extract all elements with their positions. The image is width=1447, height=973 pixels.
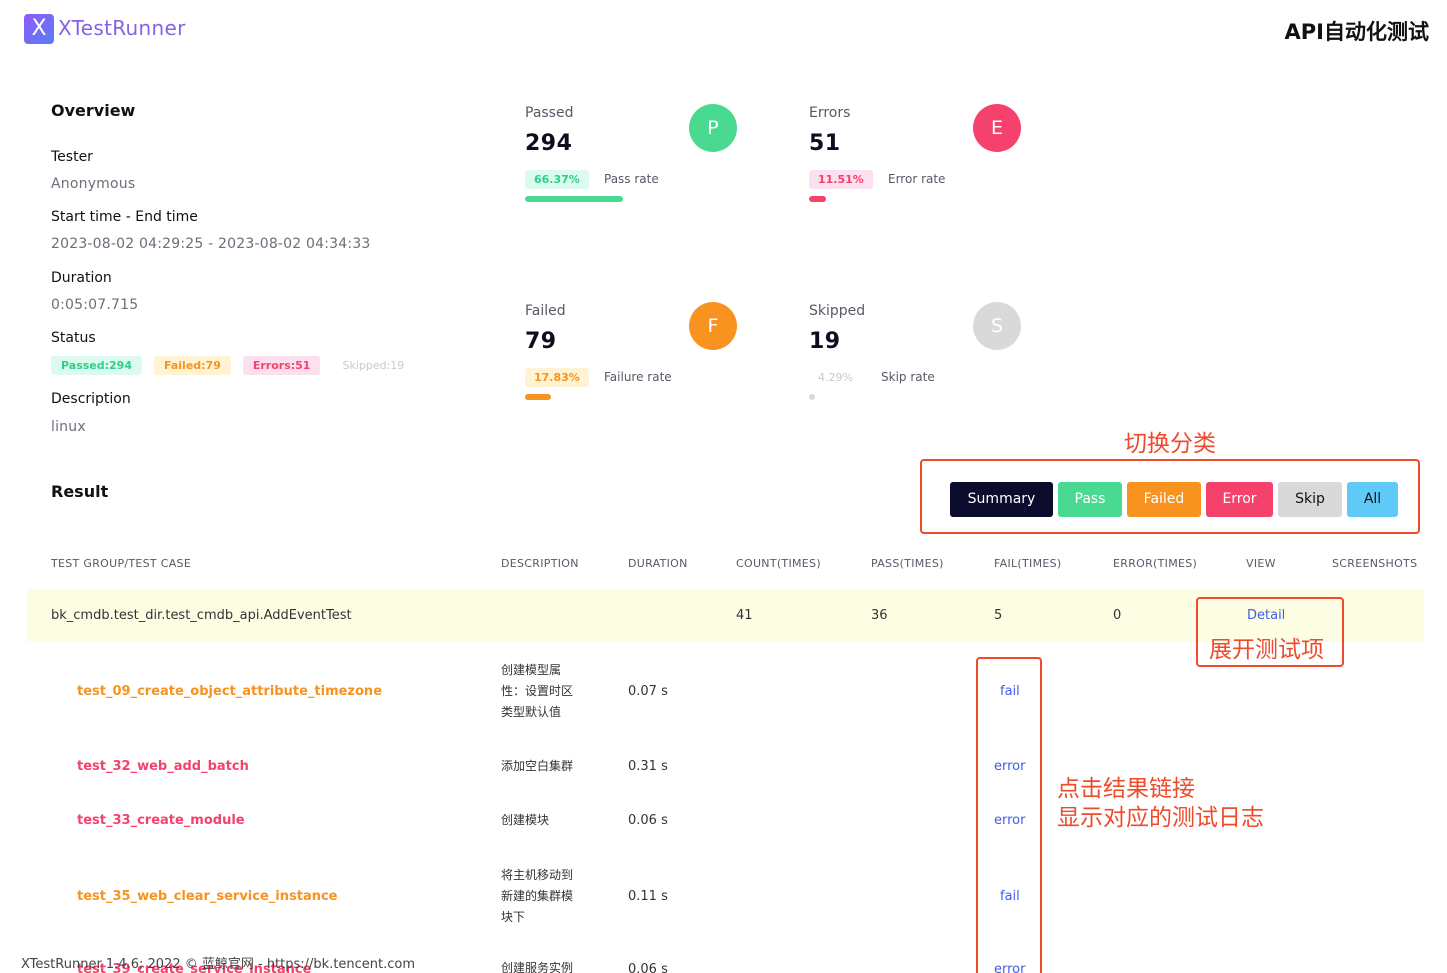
status-chips: Passed:294 Failed:79 Errors:51 Skipped:1… (51, 356, 415, 375)
column-header-duration: DURATION (628, 557, 688, 570)
annotation-click-line-2: 显示对应的测试日志 (1057, 805, 1264, 831)
group-count: 41 (736, 608, 753, 623)
app-name: XTestRunner (58, 16, 186, 40)
error-rate-chip: 11.51% (809, 170, 873, 189)
case-name-row-2: test_32_web_add_batch (77, 759, 249, 774)
column-header-count: COUNT(TIMES) (736, 557, 821, 570)
time-label: Start time - End time (51, 209, 198, 225)
error-rate-label: Error rate (888, 172, 946, 186)
tester-label: Tester (51, 149, 93, 165)
status-label: Status (51, 330, 96, 346)
status-chip-failed: Failed:79 (153, 356, 231, 375)
footer-text: XTestRunner 1.4.6; 2022 © 蓝鲸官网 - https:/… (21, 957, 416, 972)
failure-rate-chip: 17.83% (525, 368, 589, 387)
status-chip-skipped: Skipped:19 (332, 356, 415, 375)
case-duration-row-5: 0.06 s (628, 962, 668, 973)
case-description-line: 类型默认值 (501, 705, 562, 719)
case-duration-row-3: 0.06 s (628, 813, 668, 828)
description-label: Description (51, 391, 131, 407)
group-fail: 5 (994, 608, 1003, 623)
pass-rate-label: Pass rate (604, 172, 659, 186)
case-description-line: 性：设置时区 (501, 684, 574, 698)
column-header-description: DESCRIPTION (501, 557, 579, 570)
column-header-screenshots: SCREENSHOTS (1332, 557, 1418, 570)
pass-rate-chip: 66.37% (525, 170, 589, 189)
skip-rate-label: Skip rate (881, 370, 935, 384)
failure-rate-label: Failure rate (604, 370, 672, 384)
annotation-click-line-1: 点击结果链接 (1057, 776, 1195, 802)
skip-rate-bar (809, 394, 815, 400)
overview-heading: Overview (51, 101, 136, 120)
status-chip-errors: Errors:51 (242, 356, 321, 375)
failed-label: Failed (525, 303, 566, 319)
annotation-switch-category: 切换分类 (1124, 431, 1216, 457)
skipped-count: 19 (809, 329, 841, 354)
column-header-view: VIEW (1246, 557, 1276, 570)
case-duration-row-4: 0.11 s (628, 889, 668, 904)
page-title: API自动化测试 (1284, 20, 1429, 44)
status-chip-passed: Passed:294 (51, 356, 142, 375)
failure-rate-bar (525, 394, 551, 400)
case-description-line: 创建模块 (501, 813, 550, 827)
case-description-line: 创建模型属 (501, 663, 562, 677)
filter-button-group: Summary Pass Failed Error Skip All (950, 482, 1398, 517)
group-name: bk_cmdb.test_dir.test_cmdb_api.AddEventT… (51, 608, 352, 623)
case-description-row-2: 添加空白集群 (501, 756, 573, 777)
case-description-line: 将主机移动到 (501, 868, 574, 882)
filter-summary-button[interactable]: Summary (950, 482, 1053, 517)
case-duration-row-1: 0.07 s (628, 684, 668, 699)
result-heading: Result (51, 482, 109, 501)
case-description-line: 块下 (501, 910, 526, 924)
annotation-click-result: 点击结果链接 显示对应的测试日志 (1057, 775, 1264, 833)
annotation-result-links-box (976, 657, 1042, 973)
pass-rate-bar (525, 196, 623, 202)
column-header-test-case: TEST GROUP/TEST CASE (51, 557, 192, 570)
errors-circle-icon: E (973, 104, 1021, 152)
passed-circle-icon: P (689, 104, 737, 152)
case-name-row-4: test_35_web_clear_service_instance (77, 889, 338, 904)
case-description-row-1: 创建模型属 性：设置时区 类型默认值 (501, 660, 573, 723)
description-value: linux (51, 419, 86, 435)
error-rate-bar (809, 196, 826, 202)
filter-skip-button[interactable]: Skip (1278, 482, 1342, 517)
case-name-row-3: test_33_create_module (77, 813, 245, 828)
failed-circle-icon: F (689, 302, 737, 350)
app-logo-icon: X (24, 14, 54, 44)
case-name-row-1: test_09_create_object_attribute_timezone (77, 684, 383, 699)
case-description-line: 添加空白集群 (501, 759, 574, 773)
time-value: 2023-08-02 04:29:25 - 2023-08-02 04:34:3… (51, 236, 371, 252)
group-error: 0 (1113, 608, 1122, 623)
filter-pass-button[interactable]: Pass (1058, 482, 1122, 517)
case-description-line: 创建服务实例 (501, 961, 574, 973)
duration-label: Duration (51, 270, 112, 286)
skipped-label: Skipped (809, 303, 866, 319)
case-description-row-5: 创建服务实例 (501, 958, 573, 973)
skipped-circle-icon: S (973, 302, 1021, 350)
column-header-fail: FAIL(TIMES) (994, 557, 1062, 570)
case-duration-row-2: 0.31 s (628, 759, 668, 774)
group-pass: 36 (871, 608, 888, 623)
case-description-row-3: 创建模块 (501, 810, 549, 831)
case-description-line: 新建的集群模 (501, 889, 574, 903)
duration-value: 0:05:07.715 (51, 297, 139, 313)
errors-label: Errors (809, 105, 851, 121)
column-header-error: ERROR(TIMES) (1113, 557, 1198, 570)
filter-all-button[interactable]: All (1347, 482, 1398, 517)
passed-count: 294 (525, 131, 573, 156)
errors-count: 51 (809, 131, 841, 156)
column-header-pass: PASS(TIMES) (871, 557, 944, 570)
passed-label: Passed (525, 105, 574, 121)
skip-rate-chip: 4.29% (809, 368, 862, 387)
failed-count: 79 (525, 329, 557, 354)
case-description-row-4: 将主机移动到 新建的集群模 块下 (501, 865, 573, 928)
filter-failed-button[interactable]: Failed (1127, 482, 1201, 517)
annotation-expand-items: 展开测试项 (1209, 637, 1324, 663)
filter-error-button[interactable]: Error (1206, 482, 1273, 517)
tester-value: Anonymous (51, 176, 136, 192)
